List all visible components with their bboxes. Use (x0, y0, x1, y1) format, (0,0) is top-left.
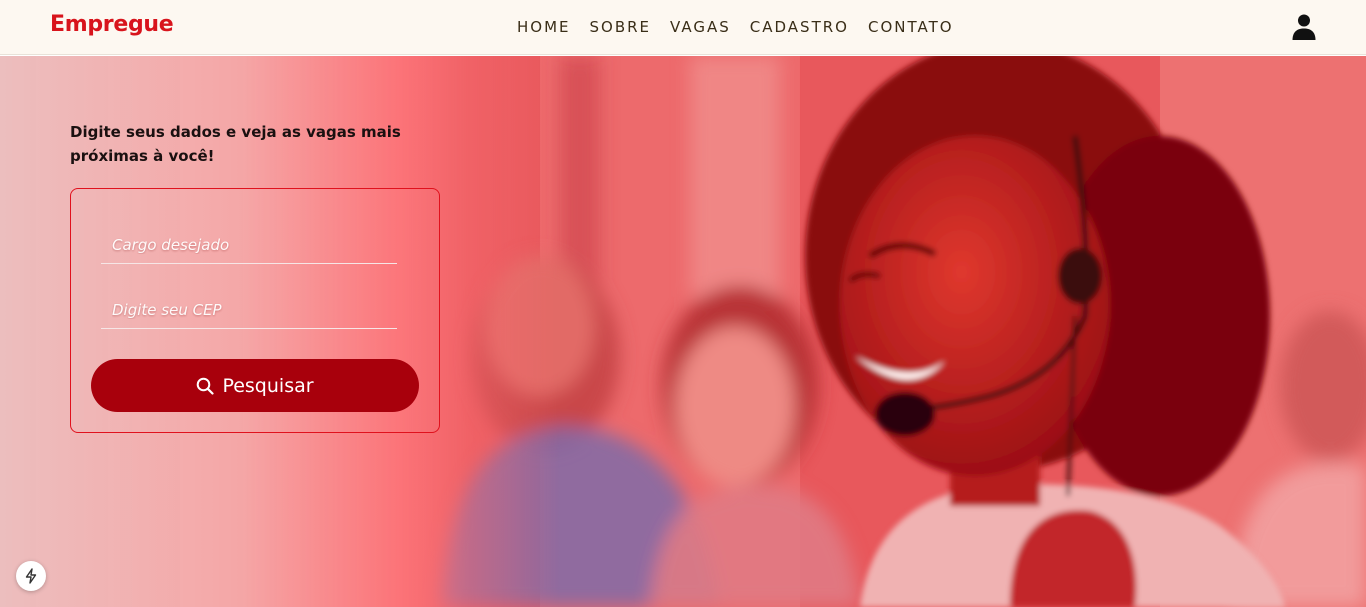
search-button-label: Pesquisar (222, 374, 314, 397)
search-button[interactable]: Pesquisar (91, 359, 419, 412)
brand-logo[interactable]: Empregue (50, 12, 174, 37)
nav-link-contato[interactable]: CONTATO (868, 18, 954, 36)
nav-link-home[interactable]: HOME (517, 18, 571, 36)
nav-menu: HOME SOBRE VAGAS CADASTRO CONTATO (517, 17, 954, 36)
floating-action-badge[interactable] (16, 561, 46, 591)
navbar: Empregue HOME SOBRE VAGAS CADASTRO CONTA… (0, 0, 1366, 55)
hero-section: Digite seus dados e veja as vagas mais p… (0, 56, 1366, 607)
user-icon (1292, 14, 1316, 40)
search-icon (196, 377, 215, 395)
hero-heading: Digite seus dados e veja as vagas mais p… (70, 123, 401, 165)
cep-input[interactable] (101, 285, 397, 329)
nav-link-sobre[interactable]: SOBRE (590, 18, 652, 36)
bolt-icon (25, 568, 37, 584)
user-account-button[interactable] (1291, 13, 1317, 41)
nav-link-vagas[interactable]: VAGAS (670, 18, 731, 36)
cargo-input[interactable] (101, 220, 397, 264)
job-search-form: Pesquisar (70, 188, 440, 433)
nav-link-cadastro[interactable]: CADASTRO (750, 18, 849, 36)
